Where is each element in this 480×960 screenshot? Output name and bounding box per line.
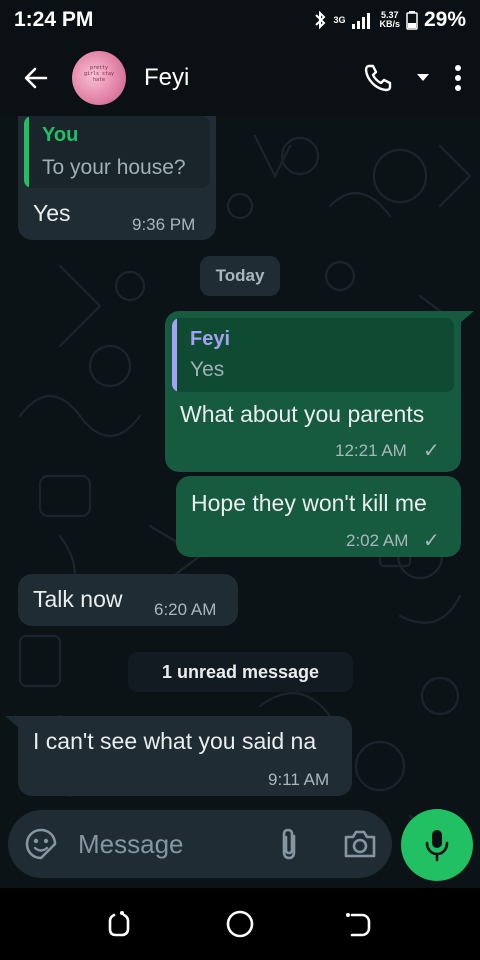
message-time: 6:20 AM bbox=[154, 600, 217, 619]
attachment-icon[interactable] bbox=[272, 826, 308, 862]
signal-icon bbox=[352, 13, 371, 29]
message-text: I can't see what you said na bbox=[33, 728, 317, 754]
avatar-text: pretty girls stay hate bbox=[83, 65, 115, 83]
header-actions bbox=[346, 48, 480, 108]
recent-apps-icon[interactable] bbox=[104, 910, 134, 940]
quote-bar bbox=[172, 318, 177, 392]
message-text: Talk now bbox=[33, 586, 123, 612]
home-icon[interactable] bbox=[224, 908, 256, 940]
message-bubble-incoming[interactable]: I can't see what you said na 9:11 AM bbox=[18, 716, 352, 796]
system-nav-bar bbox=[0, 888, 480, 960]
call-button[interactable] bbox=[346, 48, 410, 108]
unread-divider: 1 unread message bbox=[128, 652, 353, 692]
message-bubble-incoming[interactable]: Talk now 6:20 AM bbox=[18, 574, 238, 626]
quoted-message[interactable]: You To your house? bbox=[24, 116, 210, 188]
sticker-icon[interactable] bbox=[24, 827, 58, 861]
delivered-check-icon: ✓ bbox=[423, 440, 440, 462]
message-time: 9:11 AM bbox=[268, 770, 330, 789]
camera-icon[interactable] bbox=[342, 828, 378, 860]
microphone-icon bbox=[425, 830, 449, 862]
status-time: 1:24 PM bbox=[14, 8, 94, 31]
battery-icon bbox=[406, 11, 418, 30]
back-arrow-icon bbox=[24, 67, 48, 89]
quote-author: You bbox=[42, 124, 79, 146]
network-type: 3G bbox=[333, 14, 346, 25]
chat-area[interactable]: You To your house? Yes 9:36 PM Today Fey… bbox=[0, 116, 480, 888]
message-time: 12:21 AM bbox=[335, 441, 407, 460]
bluetooth-icon bbox=[315, 10, 326, 30]
message-time: 9:36 PM bbox=[132, 215, 196, 234]
message-text: Hope they won't kill me bbox=[191, 490, 427, 516]
status-indicators: 3G 5.37 KB/s 29% bbox=[313, 8, 466, 32]
more-vertical-icon bbox=[455, 65, 461, 91]
phone-icon bbox=[364, 64, 392, 92]
voice-record-button[interactable] bbox=[401, 809, 473, 881]
message-text: What about you parents bbox=[180, 401, 425, 427]
date-divider: Today bbox=[200, 256, 280, 296]
message-input[interactable] bbox=[78, 824, 268, 864]
message-bubble-outgoing[interactable]: Feyi Yes What about you parents 12:21 AM… bbox=[165, 311, 461, 472]
delivered-check-icon: ✓ bbox=[423, 530, 440, 552]
bubble-tail bbox=[460, 311, 474, 323]
bubble-tail bbox=[5, 716, 19, 728]
message-text: Yes bbox=[33, 200, 71, 226]
quote-text: To your house? bbox=[42, 156, 186, 179]
message-composer bbox=[8, 810, 392, 878]
quote-bar bbox=[24, 116, 29, 188]
avatar[interactable]: pretty girls stay hate bbox=[72, 51, 126, 105]
quoted-message[interactable]: Feyi Yes bbox=[172, 318, 454, 392]
message-bubble-incoming[interactable]: You To your house? Yes 9:36 PM bbox=[18, 116, 216, 240]
battery-percent: 29% bbox=[423, 8, 466, 31]
message-bubble-outgoing[interactable]: Hope they won't kill me 2:02 AM ✓ bbox=[176, 476, 461, 557]
more-options-button[interactable] bbox=[436, 48, 480, 108]
chat-header: pretty girls stay hate Feyi bbox=[0, 40, 480, 116]
speed-unit: KB/s bbox=[379, 19, 400, 29]
call-options-button[interactable] bbox=[410, 48, 436, 108]
network-speed: 5.37 KB/s bbox=[379, 11, 400, 29]
dropdown-icon bbox=[417, 74, 429, 81]
quote-author: Feyi bbox=[190, 328, 231, 350]
back-button[interactable] bbox=[0, 40, 72, 116]
quote-text: Yes bbox=[190, 358, 225, 381]
message-time: 2:02 AM bbox=[346, 531, 409, 550]
contact-name[interactable]: Feyi bbox=[144, 64, 189, 92]
back-icon[interactable] bbox=[344, 910, 374, 940]
status-bar: 1:24 PM 3G 5.37 KB/s 29% bbox=[0, 0, 480, 40]
